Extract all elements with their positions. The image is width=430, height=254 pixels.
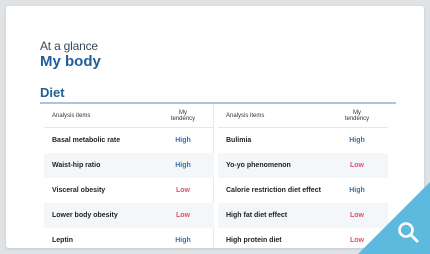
row-tendency: High xyxy=(175,237,191,244)
row-item: High fat diet effect xyxy=(226,212,288,219)
row-tendency: High xyxy=(175,162,191,169)
table-row: Lower body obesity Low xyxy=(44,203,214,228)
row-tendency: Low xyxy=(176,187,190,194)
row-item: Lower body obesity xyxy=(52,212,118,219)
section-title: Diet xyxy=(40,85,65,100)
left-table: Analysis items My tendency Basal metabol… xyxy=(44,104,214,248)
header-my-tendency: My tendency xyxy=(170,109,196,122)
table-row: Yo-yo phenomenon Low xyxy=(218,153,388,178)
row-item: Leptin xyxy=(52,237,73,244)
table-row: Visceral obesity Low xyxy=(44,178,214,203)
row-tendency: High xyxy=(175,137,191,144)
row-item: Basal metabolic rate xyxy=(52,137,121,144)
row-item: High protein diet xyxy=(226,237,282,244)
table-row: Leptin High xyxy=(44,228,214,248)
row-item: Visceral obesity xyxy=(52,187,106,194)
search-icon[interactable] xyxy=(396,220,420,244)
table-header: Analysis items My tendency xyxy=(44,104,214,128)
row-item: Waist-hip ratio xyxy=(52,162,101,169)
page-title: My body xyxy=(40,53,101,70)
row-tendency: Low xyxy=(176,212,190,219)
table-row: Bulimia High xyxy=(218,128,388,153)
row-item: Yo-yo phenomenon xyxy=(226,162,291,169)
table-row: Basal metabolic rate High xyxy=(44,128,214,153)
header-analysis-items: Analysis items xyxy=(226,112,265,119)
row-item: Calorie restriction diet effect xyxy=(226,187,321,194)
header-analysis-items: Analysis items xyxy=(52,112,91,119)
row-item: Bulimia xyxy=(226,137,252,144)
header-my-tendency: My tendency xyxy=(344,109,370,122)
row-tendency: High xyxy=(349,137,365,144)
page-subtitle: At a glance xyxy=(40,39,98,53)
row-tendency: Low xyxy=(350,162,364,169)
table-row: Waist-hip ratio High xyxy=(44,153,214,178)
table-header: Analysis items My tendency xyxy=(218,104,388,128)
